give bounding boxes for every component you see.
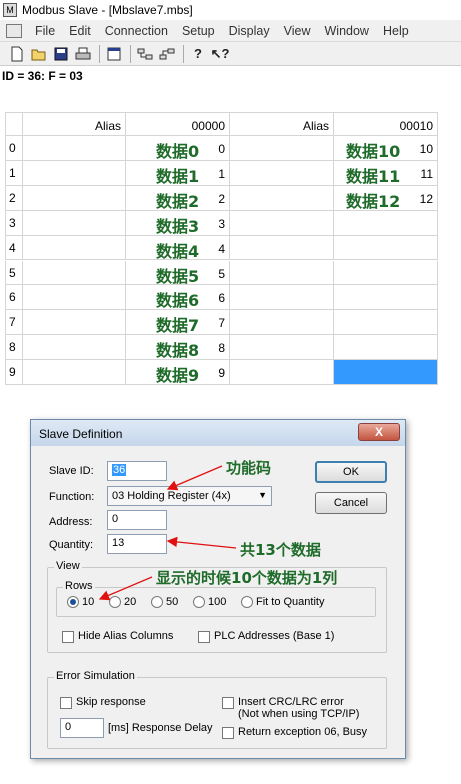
arrow-function-code	[166, 465, 223, 491]
arrow-rows	[98, 576, 153, 601]
annotation-arrows	[98, 465, 237, 601]
arrow-quantity	[166, 536, 237, 549]
